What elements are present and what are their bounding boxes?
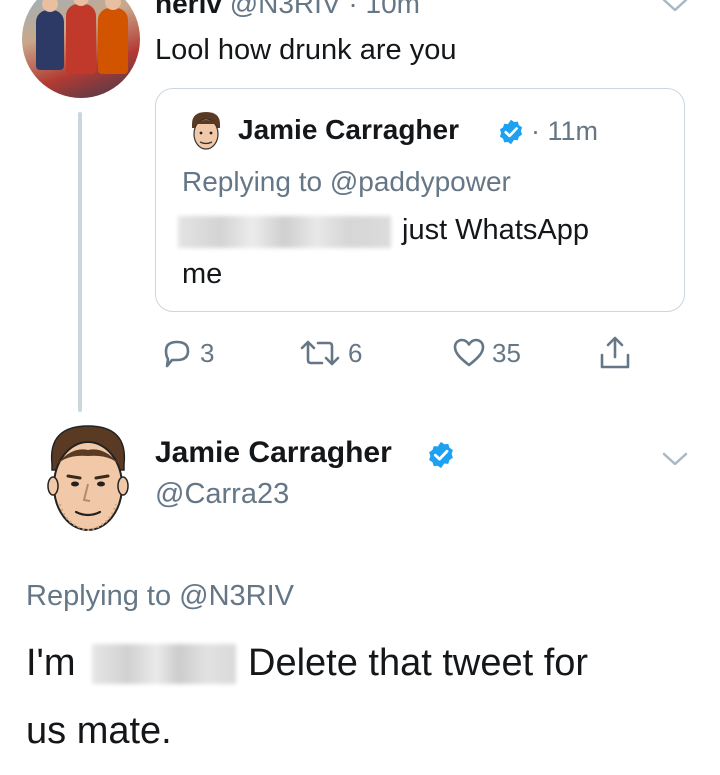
tweet-author[interactable]: neriv @N3RIV · 10m (155, 0, 420, 20)
quoted-replying-to: Replying to @paddypower (182, 166, 511, 197)
tweet-text: Delete that tweet for (248, 642, 589, 684)
tweet-text-start: I'm (26, 642, 76, 684)
author-handle-time: @N3RIV · 10m (229, 0, 420, 19)
quoted-text-continued: me (182, 258, 223, 290)
share-icon (600, 336, 630, 369)
verified-icon (499, 119, 523, 145)
avatar[interactable] (42, 420, 134, 538)
retweet-icon (300, 340, 340, 366)
chevron-down-icon[interactable] (660, 0, 690, 16)
avatar[interactable] (22, 0, 140, 98)
quoted-time: · 11m (531, 116, 599, 146)
like-button[interactable]: 35 (452, 336, 521, 370)
share-button[interactable] (598, 336, 632, 370)
like-count: 35 (492, 337, 521, 368)
tweet-text: Lool how drunk are you (155, 34, 457, 66)
author-name: neriv (155, 0, 222, 19)
reply-button[interactable]: 3 (160, 336, 214, 370)
reply-icon (164, 340, 190, 368)
tweet-text-continued: us mate. (26, 710, 172, 752)
redacted-text (178, 216, 391, 248)
thread-line (78, 112, 82, 412)
quoted-text: just WhatsApp (402, 214, 589, 246)
author-name[interactable]: Jamie Carragher (155, 436, 392, 470)
redacted-text (92, 644, 236, 684)
quoted-author-name: Jamie Carragher (238, 114, 460, 145)
like-icon (453, 338, 485, 367)
retweet-count: 6 (348, 337, 363, 368)
chevron-down-icon[interactable] (660, 450, 690, 470)
replying-to[interactable]: Replying to @N3RIV (26, 580, 294, 613)
author-handle[interactable]: @Carra23 (155, 478, 289, 511)
retweet-button[interactable]: 6 (298, 336, 362, 370)
avatar (192, 112, 220, 150)
verified-icon (429, 441, 453, 469)
reply-count: 3 (200, 337, 215, 368)
